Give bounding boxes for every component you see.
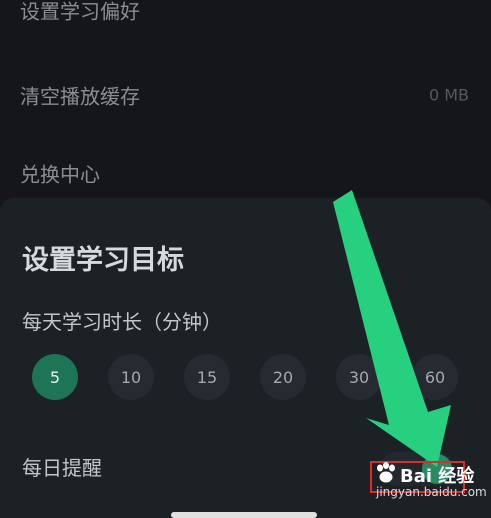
settings-item-label: 设置学习偏好 [20,0,140,24]
cache-size-value: 0 MB [428,85,469,105]
duration-option-15[interactable]: 15 [184,354,230,400]
settings-list: 设置学习偏好 清空播放缓存 0 MB 兑换中心 [0,0,491,230]
baidu-paw-icon [377,462,395,483]
watermark-url: jingyan.baidu.com [376,485,487,499]
settings-item-learning-preference[interactable]: 设置学习偏好 [0,0,491,48]
baidu-jingyan-watermark: Bai 经验 jingyan.baidu.com [372,458,491,518]
daily-duration-label: 每天学习时长（分钟） [22,310,222,334]
home-indicator[interactable] [171,512,317,518]
duration-option-10[interactable]: 10 [108,354,154,400]
duration-option-60[interactable]: 60 [412,354,458,400]
duration-option-20[interactable]: 20 [260,354,306,400]
daily-reminder-label: 每日提醒 [22,456,102,480]
duration-option-30[interactable]: 30 [336,354,382,400]
settings-item-label: 兑换中心 [20,162,100,187]
sheet-title: 设置学习目标 [22,245,184,276]
settings-item-clear-cache[interactable]: 清空播放缓存 0 MB [0,57,491,133]
duration-option-5[interactable]: 5 [32,354,78,400]
settings-item-label: 清空播放缓存 [20,84,140,109]
